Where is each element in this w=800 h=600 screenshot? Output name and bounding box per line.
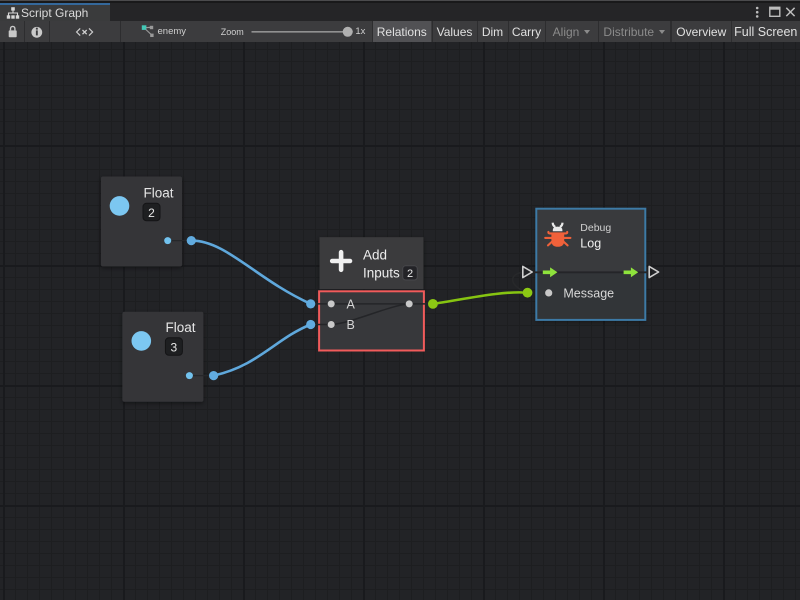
- svg-text:Add: Add: [363, 248, 387, 263]
- svg-text:Log: Log: [580, 236, 601, 250]
- svg-text:Float: Float: [166, 320, 196, 335]
- svg-text:2: 2: [407, 268, 413, 280]
- svg-text:Message: Message: [563, 286, 614, 300]
- svg-text:Float: Float: [144, 186, 174, 201]
- svg-text:3: 3: [171, 340, 178, 354]
- svg-text:Inputs: Inputs: [363, 266, 400, 281]
- svg-text:Debug: Debug: [580, 222, 611, 234]
- svg-text:A: A: [347, 297, 356, 311]
- svg-text:2: 2: [148, 206, 155, 220]
- svg-text:B: B: [347, 318, 355, 332]
